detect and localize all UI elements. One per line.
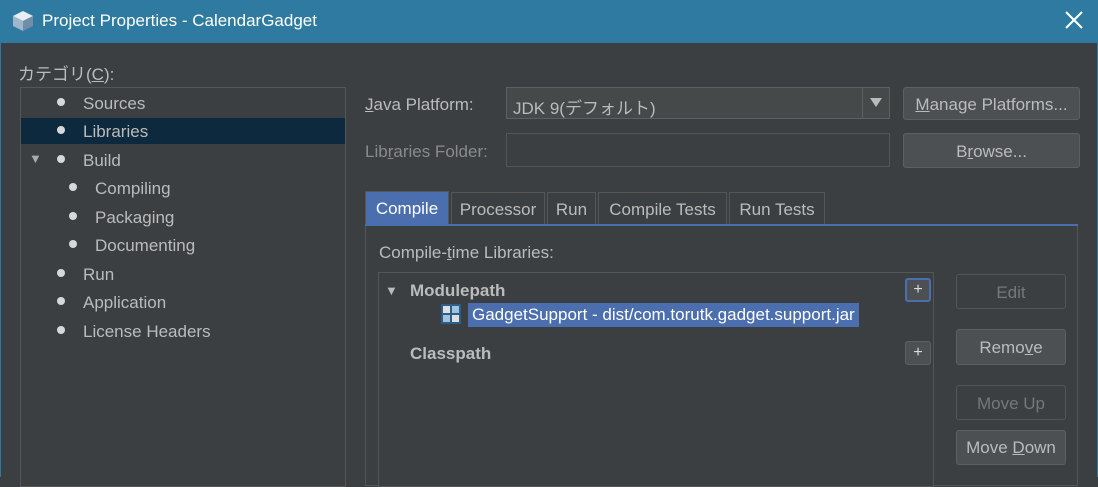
browse-button[interactable]: Browse... (903, 133, 1080, 168)
libraries-folder-field[interactable] (506, 133, 890, 167)
category-label: Run (83, 265, 115, 284)
category-label: Libraries (83, 122, 149, 141)
category-label: Documenting (95, 236, 196, 255)
manage-platforms-button[interactable]: Manage Platforms... (903, 87, 1080, 120)
category-build[interactable]: ▼ Build (21, 147, 345, 173)
tab-run-tests[interactable]: Run Tests (729, 192, 825, 225)
category-label: Compiling (95, 179, 171, 198)
node-bullet-icon (57, 98, 65, 106)
java-platform-value: JDK 9(デフォルト) (513, 99, 656, 118)
node-bullet-icon (57, 297, 65, 305)
move-up-button[interactable]: Move Up (956, 385, 1066, 420)
tab-compile-tests[interactable]: Compile Tests (598, 192, 727, 225)
node-bullet-icon (69, 240, 77, 248)
category-documenting[interactable]: Documenting (21, 232, 345, 258)
chevron-down-icon (870, 98, 882, 107)
expand-triangle-icon[interactable]: ▼ (29, 151, 42, 166)
category-sources[interactable]: Sources (21, 90, 345, 116)
tab-bar: Compile Processor Run Compile Tests Run … (365, 191, 1078, 225)
move-down-button[interactable]: Move Down (956, 430, 1066, 465)
expand-triangle-icon[interactable]: ▼ (385, 283, 398, 298)
add-modulepath-button[interactable]: + (905, 278, 931, 302)
classpath-label: Classpath (410, 344, 492, 363)
node-bullet-icon (57, 269, 65, 277)
tab-run[interactable]: Run (547, 192, 596, 225)
node-bullet-icon (57, 155, 65, 163)
category-label: License Headers (83, 322, 211, 341)
jar-library-icon (441, 304, 461, 324)
close-icon[interactable] (1064, 10, 1084, 30)
add-classpath-button[interactable]: + (905, 341, 931, 365)
category-tree[interactable]: Sources Libraries ▼ Build Compiling Pack… (20, 87, 346, 487)
category-application[interactable]: Application (21, 289, 345, 315)
category-label: Packaging (95, 208, 175, 227)
node-bullet-icon (69, 183, 77, 191)
java-platform-select[interactable]: JDK 9(デフォルト) (506, 87, 890, 119)
category-compiling[interactable]: Compiling (21, 175, 345, 201)
edit-button[interactable]: Edit (956, 274, 1066, 309)
category-libraries[interactable]: Libraries (21, 118, 345, 144)
compile-time-libraries-label: Compile-time Libraries: (379, 243, 554, 262)
category-license-headers[interactable]: License Headers (21, 318, 345, 344)
project-cube-icon (13, 11, 33, 31)
window-title: Project Properties - CalendarGadget (42, 11, 317, 30)
modulepath-entry[interactable]: GadgetSupport - dist/com.torutk.gadget.s… (468, 303, 859, 327)
modulepath-label: Modulepath (410, 281, 506, 300)
category-label: Sources (83, 94, 146, 113)
category-label: Build (83, 151, 121, 170)
node-bullet-icon (57, 126, 65, 134)
categories-label: カテゴリ(C): (18, 65, 115, 84)
window-titlebar: Project Properties - CalendarGadget (0, 0, 1098, 43)
node-bullet-icon (57, 326, 65, 334)
node-bullet-icon (69, 212, 77, 220)
dropdown-arrow-button[interactable] (862, 88, 889, 118)
tab-compile[interactable]: Compile (365, 191, 449, 225)
remove-button[interactable]: Remove (956, 329, 1066, 365)
category-run[interactable]: Run (21, 261, 345, 287)
java-platform-label: Java Platform: (365, 95, 474, 114)
libraries-folder-label: Libraries Folder: (365, 142, 488, 161)
category-label: Application (83, 293, 167, 312)
tab-processor[interactable]: Processor (451, 192, 545, 225)
category-packaging[interactable]: Packaging (21, 204, 345, 230)
